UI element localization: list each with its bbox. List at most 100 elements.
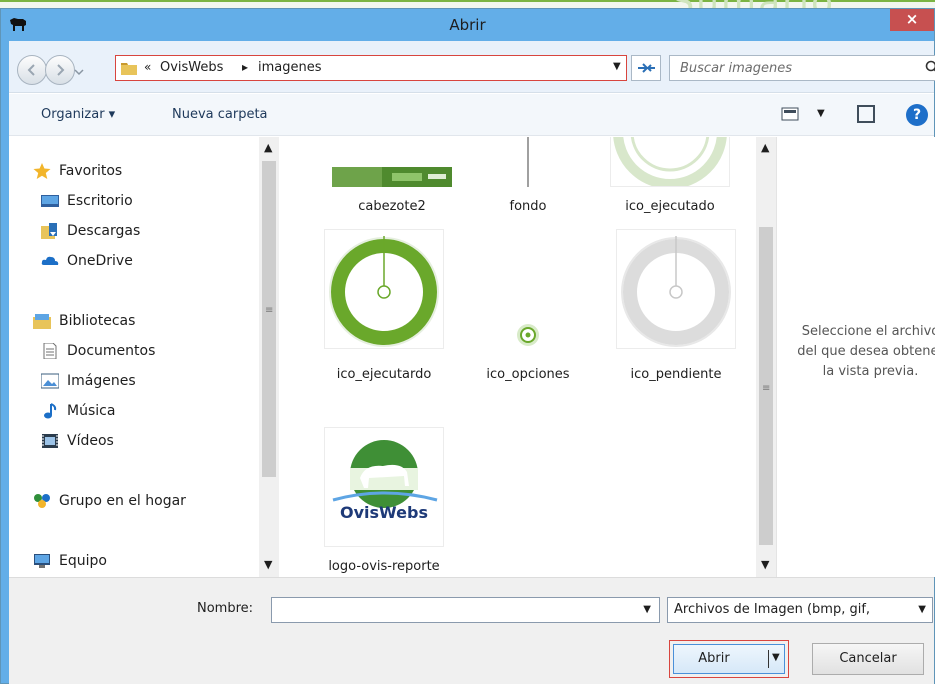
nav-label: Escritorio xyxy=(67,193,133,209)
library-icon xyxy=(33,314,51,329)
file-list-scrollbar[interactable]: ▲ ≡ ▼ xyxy=(756,137,776,577)
nav-label: Bibliotecas xyxy=(59,313,136,329)
filename-dropdown-icon[interactable]: ▼ xyxy=(643,604,651,615)
nav-item-documentos[interactable]: Documentos xyxy=(9,340,259,364)
preview-pane-button[interactable] xyxy=(857,105,875,123)
music-icon xyxy=(44,403,57,419)
ring-grey-icon xyxy=(621,236,731,347)
breadcrumb-imagenes[interactable]: imagenes xyxy=(258,60,322,75)
nav-label: Documentos xyxy=(67,343,156,359)
document-icon xyxy=(43,343,57,359)
file-name: ico_ejecutardo xyxy=(336,367,432,382)
scroll-up-icon[interactable]: ▲ xyxy=(761,141,769,154)
ico-ejecutardo-thumbnail xyxy=(324,229,444,349)
search-box[interactable] xyxy=(669,55,935,81)
refresh-button[interactable] xyxy=(631,55,661,81)
open-dialog: Abrir × « OvisWebs ▸ imagenes ▼ Buscar i… xyxy=(0,8,935,684)
computer-icon xyxy=(34,554,50,568)
command-bar: Organizar ▾ Nueva carpeta ▼ ? xyxy=(9,94,934,136)
address-bar[interactable]: « OvisWebs ▸ imagenes ▼ xyxy=(115,55,627,81)
cloud-icon xyxy=(41,256,59,265)
nav-item-onedrive[interactable]: OneDrive xyxy=(9,250,259,274)
help-button[interactable]: ? xyxy=(906,104,928,126)
nav-label: Imágenes xyxy=(67,373,136,389)
title-bar[interactable]: Abrir × xyxy=(1,9,934,41)
dialog-body: « OvisWebs ▸ imagenes ▼ Organizar ▾ Nuev… xyxy=(9,41,935,684)
dialog-title: Abrir xyxy=(449,16,486,34)
recent-locations-dropdown[interactable] xyxy=(74,67,84,77)
desktop-icon xyxy=(41,195,59,207)
nav-label: Equipo xyxy=(59,553,107,569)
file-type-select[interactable]: Archivos de Imagen (bmp, gif, ▼ xyxy=(667,597,933,623)
scroll-up-icon[interactable]: ▲ xyxy=(264,141,272,154)
logo-wordmark: OvisWebs xyxy=(340,503,428,522)
nav-label: Música xyxy=(67,403,116,419)
downloads-icon xyxy=(41,223,57,239)
open-button[interactable]: Abrir ▼ xyxy=(669,640,789,678)
navigation-pane: Favoritos Escritorio Descargas OneDrive … xyxy=(9,137,279,577)
video-icon xyxy=(42,434,58,448)
nav-item-bibliotecas[interactable]: Bibliotecas xyxy=(9,310,259,334)
open-button-face[interactable]: Abrir ▼ xyxy=(673,644,785,674)
cancel-button[interactable]: Cancelar xyxy=(812,643,924,675)
forward-button[interactable] xyxy=(45,55,75,85)
nav-item-imagenes[interactable]: Imágenes xyxy=(9,370,259,394)
organize-menu[interactable]: Organizar ▾ xyxy=(41,107,115,122)
scroll-down-icon[interactable]: ▼ xyxy=(761,558,769,571)
open-button-label: Abrir xyxy=(698,651,730,666)
nav-label: Descargas xyxy=(67,223,141,239)
logo-thumbnail: OvisWebs xyxy=(324,427,444,547)
nav-scrollbar[interactable]: ▲ ≡ ▼ xyxy=(259,137,279,577)
nav-item-musica[interactable]: Música xyxy=(9,400,259,424)
filename-input[interactable] xyxy=(276,599,626,621)
search-input[interactable] xyxy=(680,57,920,79)
line-thumbnail xyxy=(527,137,529,187)
filename-label: Nombre: xyxy=(197,601,254,616)
nav-item-videos[interactable]: Vídeos xyxy=(9,430,259,454)
pictures-icon xyxy=(41,373,59,389)
file-name: ico_ejecutado xyxy=(625,199,715,214)
forward-arrow-icon xyxy=(57,64,65,76)
nav-label: Favoritos xyxy=(59,163,123,179)
scroll-grip-icon: ≡ xyxy=(265,305,274,316)
breadcrumb-oviswebs[interactable]: OvisWebs xyxy=(160,60,223,75)
file-name: cabezote2 xyxy=(358,199,426,214)
nav-item-equipo[interactable]: Equipo xyxy=(9,550,259,574)
open-options-dropdown-icon[interactable]: ▼ xyxy=(772,652,780,663)
address-dropdown-icon[interactable]: ▼ xyxy=(613,61,621,72)
folder-icon xyxy=(121,63,137,75)
scroll-grip-icon: ≡ xyxy=(762,383,771,394)
file-type-dropdown-icon[interactable]: ▼ xyxy=(918,604,926,615)
scroll-down-icon[interactable]: ▼ xyxy=(264,558,272,571)
scroll-thumb[interactable] xyxy=(262,161,276,477)
nav-item-descargas[interactable]: Descargas xyxy=(9,220,259,244)
target-small-icon xyxy=(517,324,539,346)
nav-item-favoritos[interactable]: Favoritos xyxy=(9,160,259,184)
refresh-icon xyxy=(638,63,655,73)
file-name: logo-ovis-reporte xyxy=(328,559,440,574)
sheep-logo-icon: OvisWebs xyxy=(332,440,438,522)
file-name: fondo xyxy=(509,199,547,214)
back-button[interactable] xyxy=(17,55,47,85)
file-name: ico_opciones xyxy=(486,367,570,382)
view-dropdown-icon[interactable]: ▼ xyxy=(817,108,825,119)
dialog-footer: Nombre: ▼ Archivos de Imagen (bmp, gif, … xyxy=(9,577,934,684)
nav-label: Grupo en el hogar xyxy=(59,493,186,509)
change-view-icon[interactable] xyxy=(781,106,799,122)
open-button-divider xyxy=(768,650,769,668)
nav-item-grupo-hogar[interactable]: Grupo en el hogar xyxy=(9,490,259,514)
breadcrumb-separator[interactable]: ▸ xyxy=(242,60,248,74)
new-folder-button[interactable]: Nueva carpeta xyxy=(172,107,268,122)
back-arrow-icon xyxy=(27,64,35,76)
ico-ejecutado-thumbnail xyxy=(610,137,730,187)
ring-light-green-icon xyxy=(613,137,727,186)
nav-label: Vídeos xyxy=(67,433,114,449)
nav-item-escritorio[interactable]: Escritorio xyxy=(9,190,259,214)
overflow-chevron[interactable]: « xyxy=(144,60,151,74)
close-button[interactable]: × xyxy=(890,9,934,31)
ring-green-icon xyxy=(329,236,439,347)
filename-combobox[interactable]: ▼ xyxy=(271,597,660,623)
search-icon[interactable] xyxy=(925,60,935,76)
file-type-value: Archivos de Imagen (bmp, gif, xyxy=(674,602,871,617)
file-list: cabezote2 fondo ico_ejecutado ico_ejecut… xyxy=(279,137,756,577)
